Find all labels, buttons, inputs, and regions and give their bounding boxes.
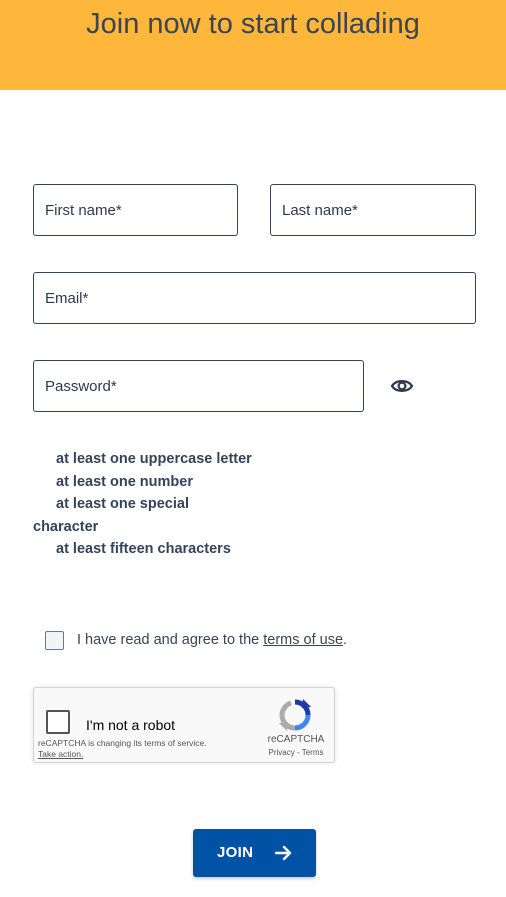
password-field[interactable]: [33, 360, 364, 412]
recaptcha-checkbox[interactable]: [46, 710, 70, 734]
terms-text-after: .: [343, 632, 348, 648]
show-password-button[interactable]: [389, 374, 415, 398]
recaptcha-links: Privacy - Terms: [260, 748, 332, 757]
requirement-number: at least one number: [56, 473, 193, 490]
recaptcha-notice: reCAPTCHA is changing its terms of servi…: [38, 738, 207, 748]
join-button-label: JOIN: [217, 844, 254, 861]
recaptcha-take-action-link[interactable]: Take action.: [38, 749, 83, 759]
eye-icon: [390, 380, 414, 392]
recaptcha-link-separator: -: [294, 748, 302, 757]
recaptcha-privacy-link[interactable]: Privacy: [269, 748, 295, 757]
page-title: Join now to start collading: [86, 8, 420, 40]
first-name-field[interactable]: [33, 184, 238, 236]
arrow-right-icon: [275, 845, 292, 861]
requirement-special: at least one special character: [33, 496, 189, 535]
recaptcha-label: I'm not a robot: [86, 717, 176, 733]
header-banner: Join now to start collading: [0, 0, 506, 90]
terms-text-before: I have read and agree to the: [77, 632, 264, 648]
requirement-uppercase: at least one uppercase letter: [56, 451, 252, 467]
last-name-field[interactable]: [270, 184, 476, 236]
requirement-length: at least fifteen characters: [56, 541, 231, 558]
terms-checkbox[interactable]: [45, 631, 64, 650]
email-field[interactable]: [33, 272, 476, 324]
recaptcha-widget: I'm not a robot reCAPTCHA is changing it…: [33, 687, 335, 763]
join-button[interactable]: JOIN: [193, 829, 316, 877]
recaptcha-terms-link[interactable]: Terms: [302, 748, 324, 757]
terms-label: I have read and agree to the terms of us…: [77, 632, 347, 648]
recaptcha-logo-icon: [279, 699, 311, 731]
terms-of-use-link[interactable]: terms of use: [263, 632, 343, 648]
recaptcha-brand: reCAPTCHA: [267, 734, 325, 745]
password-requirements: at least one uppercase letter at least o…: [33, 448, 253, 561]
